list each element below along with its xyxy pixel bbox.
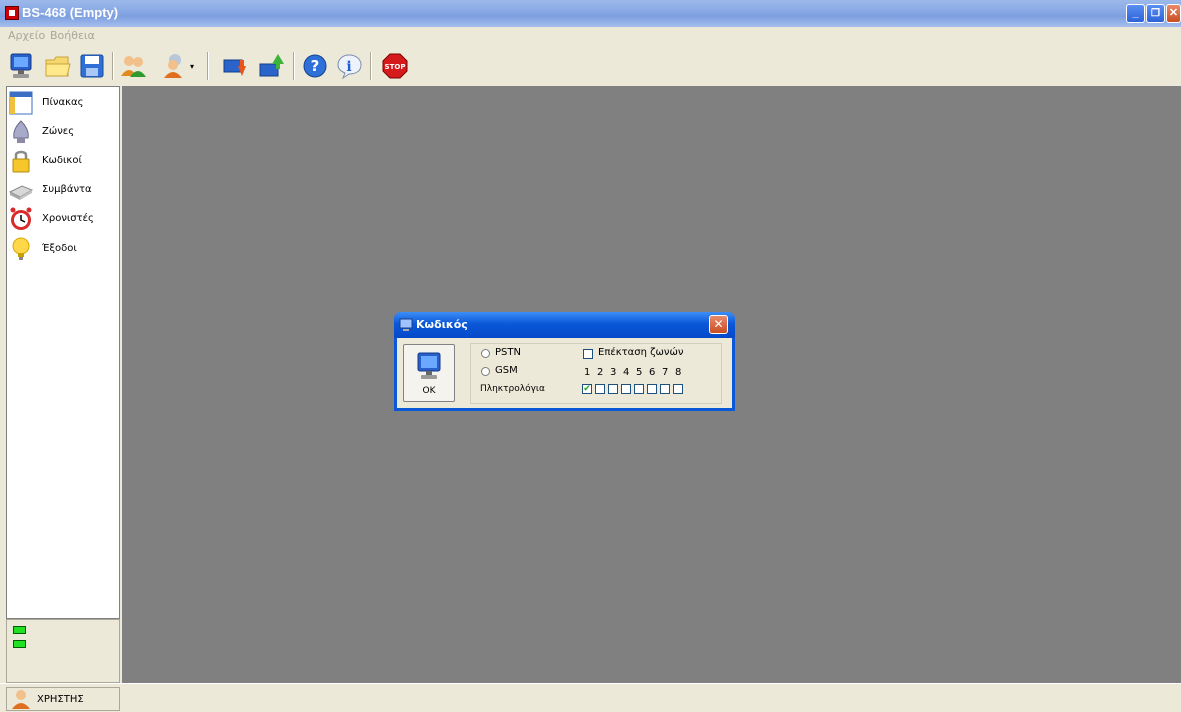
toolbar-separator	[207, 52, 209, 80]
svg-text:?: ?	[311, 57, 320, 75]
computer-icon	[417, 352, 441, 379]
lock-icon	[12, 150, 30, 173]
options-frame: PSTN GSM Πληκτρολόγια Επέκταση ζωνών 123…	[470, 343, 722, 404]
sidebar-item-timers[interactable]: Χρονιστές	[9, 205, 117, 233]
download-button[interactable]	[220, 51, 250, 81]
app-icon	[5, 6, 19, 20]
window-title: BS-468 (Empty)	[22, 5, 119, 20]
keypad-5-checkbox[interactable]	[634, 384, 644, 394]
keypad-number: 4	[623, 367, 630, 378]
computer-icon	[399, 318, 413, 331]
sidebar-item-events[interactable]: Συμβάντα	[9, 176, 117, 204]
open-button[interactable]	[42, 51, 72, 81]
radio-gsm-label: GSM	[495, 365, 518, 376]
download-icon	[223, 59, 246, 76]
chevron-down-icon: ▾	[190, 61, 195, 71]
menu-file[interactable]: Αρχείο	[8, 29, 45, 42]
table-icon	[9, 91, 33, 115]
toolbar: ▾ ? i STOP	[0, 46, 1181, 85]
radio-pstn[interactable]	[481, 349, 490, 358]
user-label: ΧΡΗΣΤΗΣ	[37, 694, 84, 705]
title-bar: BS-468 (Empty) _ ❐ ✕	[0, 0, 1181, 27]
sidebar-item-label: Πίνακας	[42, 97, 84, 108]
computer-icon	[10, 53, 32, 78]
radio-gsm[interactable]	[481, 367, 490, 376]
minimize-button[interactable]: _	[1126, 4, 1145, 23]
keypad-7-checkbox[interactable]	[660, 384, 670, 394]
ok-button[interactable]: OK	[403, 344, 455, 402]
stop-button[interactable]: STOP	[380, 51, 410, 81]
users-icon	[121, 56, 146, 77]
toolbar-separator	[370, 52, 372, 80]
help-icon: ?	[303, 54, 327, 78]
keypad-8-checkbox[interactable]	[673, 384, 683, 394]
lightbulb-icon	[12, 237, 30, 260]
toolbar-separator	[112, 52, 114, 80]
sidebar-item-label: Συμβάντα	[42, 184, 92, 195]
sidebar-item-zones[interactable]: Ζώνες	[9, 118, 117, 146]
save-icon	[80, 54, 104, 78]
events-icon	[9, 185, 33, 200]
keypad-number: 7	[662, 367, 669, 378]
sidebar-item-codes[interactable]: Κωδικοί	[9, 147, 117, 175]
dialog-title-bar: Κωδικός ✕	[394, 312, 735, 338]
dialog-title: Κωδικός	[416, 318, 468, 331]
zone-sensor-icon	[13, 120, 29, 143]
user-menu-button[interactable]: ▾	[160, 51, 200, 81]
keypad-number: 5	[636, 367, 643, 378]
user-dropdown-icon	[164, 54, 182, 78]
zone-extension-checkbox[interactable]	[583, 349, 593, 359]
svg-text:STOP: STOP	[385, 63, 406, 71]
close-button[interactable]: ✕	[1166, 4, 1181, 23]
sidebar-item-label: Κωδικοί	[42, 155, 82, 166]
upload-button[interactable]	[256, 51, 286, 81]
sidebar-item-table[interactable]: Πίνακας	[9, 89, 117, 117]
code-dialog: Κωδικός ✕ OK PSTN GSM Πληκτρολόγια Επέκτ…	[394, 312, 735, 411]
sidebar: Πίνακας Ζώνες Κωδικοί Συμβάντα Χρονιστές…	[6, 86, 120, 619]
keypad-2-checkbox[interactable]	[595, 384, 605, 394]
ok-label: OK	[422, 386, 436, 396]
svg-text:i: i	[346, 59, 351, 75]
status-led	[13, 626, 26, 634]
menu-help[interactable]: Βοήθεια	[50, 29, 95, 42]
keypads-label: Πληκτρολόγια	[480, 384, 545, 394]
keypad-number: 3	[610, 367, 617, 378]
keypad-1-checkbox[interactable]: ✔	[582, 384, 592, 394]
radio-pstn-label: PSTN	[495, 347, 521, 358]
user-status: ΧΡΗΣΤΗΣ	[6, 687, 120, 711]
zone-extension-label: Επέκταση ζωνών	[598, 347, 684, 358]
keypad-number: 1	[584, 367, 591, 378]
info-button[interactable]: i	[334, 51, 364, 81]
folder-open-icon	[45, 56, 71, 77]
toolbar-separator	[293, 52, 295, 80]
keypad-6-checkbox[interactable]	[647, 384, 657, 394]
restore-button[interactable]: ❐	[1146, 4, 1165, 23]
keypad-number: 6	[649, 367, 656, 378]
upload-icon	[259, 54, 284, 77]
keypad-number: 2	[597, 367, 604, 378]
sidebar-item-label: Ζώνες	[42, 126, 75, 137]
connection-status-panel	[6, 619, 120, 683]
user-icon	[12, 690, 30, 709]
close-icon: ✕	[713, 317, 724, 331]
alarm-clock-icon	[10, 207, 32, 230]
status-led	[13, 640, 26, 648]
info-icon: i	[337, 54, 362, 80]
users-button[interactable]	[118, 51, 148, 81]
status-bar: ΧΡΗΣΤΗΣ	[0, 683, 1181, 712]
save-button[interactable]	[77, 51, 107, 81]
dialog-body: OK PSTN GSM Πληκτρολόγια Επέκταση ζωνών …	[397, 338, 732, 408]
sidebar-item-label: Έξοδοι	[42, 243, 77, 254]
keypad-number: 8	[675, 367, 682, 378]
dialog-close-button[interactable]: ✕	[709, 315, 728, 334]
stop-icon: STOP	[382, 53, 408, 79]
keypad-4-checkbox[interactable]	[621, 384, 631, 394]
sidebar-item-label: Χρονιστές	[42, 213, 94, 224]
menu-bar: Αρχείο Βοήθεια	[0, 27, 1181, 46]
help-button[interactable]: ?	[300, 51, 330, 81]
keypad-3-checkbox[interactable]	[608, 384, 618, 394]
connect-button[interactable]	[6, 51, 36, 81]
sidebar-item-outputs[interactable]: Έξοδοι	[9, 235, 117, 263]
